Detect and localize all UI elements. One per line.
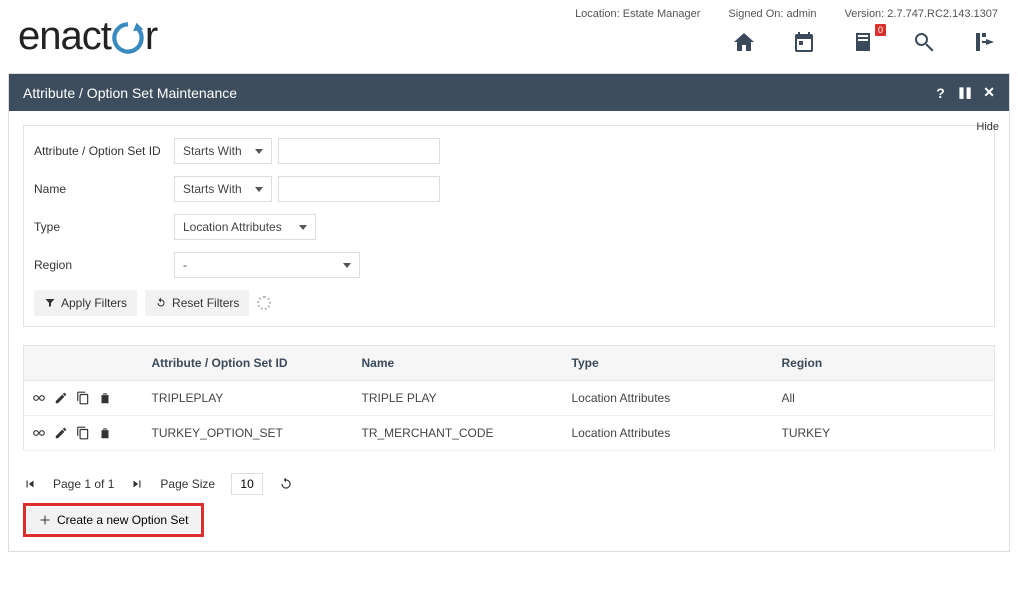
col-name: Name bbox=[354, 346, 564, 381]
chevron-down-icon bbox=[255, 187, 263, 192]
chevron-down-icon bbox=[255, 149, 263, 154]
create-highlight: Create a new Option Set bbox=[23, 503, 204, 537]
copy-icon[interactable] bbox=[76, 426, 90, 440]
apply-filters-button[interactable]: Apply Filters bbox=[34, 290, 137, 316]
filter-id-op-select[interactable]: Starts With bbox=[174, 138, 272, 164]
results-table: Attribute / Option Set ID Name Type Regi… bbox=[23, 345, 995, 451]
view-icon[interactable] bbox=[32, 391, 46, 405]
version-label: Version: 2.7.747.RC2.143.1307 bbox=[844, 8, 998, 20]
filter-box: Attribute / Option Set ID Starts With Na… bbox=[23, 125, 995, 327]
page-indicator: Page 1 of 1 bbox=[53, 477, 114, 491]
help-icon[interactable]: ? bbox=[936, 85, 945, 101]
chevron-down-icon bbox=[299, 225, 307, 230]
calendar-icon[interactable] bbox=[792, 30, 816, 54]
copy-icon[interactable] bbox=[76, 391, 90, 405]
app-header: enact r Location: Estate Manager Signed … bbox=[0, 0, 1018, 65]
col-type: Type bbox=[564, 346, 774, 381]
first-page-icon[interactable] bbox=[23, 477, 37, 491]
close-icon[interactable]: ✕ bbox=[983, 84, 995, 101]
filter-icon bbox=[44, 297, 56, 309]
pager: Page 1 of 1 Page Size bbox=[23, 473, 995, 495]
filter-type-select[interactable]: Location Attributes bbox=[174, 214, 316, 240]
page-size-input[interactable] bbox=[231, 473, 263, 495]
loading-spinner-icon bbox=[257, 296, 271, 310]
edit-icon[interactable] bbox=[54, 391, 68, 405]
col-id: Attribute / Option Set ID bbox=[144, 346, 354, 381]
location-label: Location: Estate Manager bbox=[575, 8, 700, 20]
filter-name-input[interactable] bbox=[278, 176, 440, 202]
logo-o-glyph bbox=[111, 14, 145, 59]
panel-title: Attribute / Option Set Maintenance bbox=[23, 85, 237, 101]
chevron-down-icon bbox=[343, 263, 351, 268]
plus-icon bbox=[39, 514, 51, 526]
icon-bar: 0 bbox=[732, 30, 1004, 54]
create-option-set-button[interactable]: Create a new Option Set bbox=[27, 507, 200, 533]
table-row: TURKEY_OPTION_SET TR_MERCHANT_CODE Locat… bbox=[24, 416, 995, 451]
notifications-icon[interactable]: 0 bbox=[852, 30, 876, 54]
filter-region-select[interactable]: - bbox=[174, 252, 360, 278]
delete-icon[interactable] bbox=[98, 391, 112, 405]
notification-badge: 0 bbox=[875, 24, 886, 36]
reset-icon bbox=[155, 297, 167, 309]
logout-icon[interactable] bbox=[972, 30, 996, 54]
filter-type-label: Type bbox=[34, 220, 174, 234]
page-size-label: Page Size bbox=[160, 477, 215, 491]
main-panel: Attribute / Option Set Maintenance ? ❚❚ … bbox=[8, 73, 1010, 552]
search-icon[interactable] bbox=[912, 30, 936, 54]
filter-name-op-select[interactable]: Starts With bbox=[174, 176, 272, 202]
table-row: TRIPLEPLAY TRIPLE PLAY Location Attribut… bbox=[24, 381, 995, 416]
view-icon[interactable] bbox=[32, 426, 46, 440]
filter-region-label: Region bbox=[34, 258, 174, 272]
panel-header: Attribute / Option Set Maintenance ? ❚❚ … bbox=[9, 74, 1009, 111]
refresh-icon[interactable] bbox=[279, 477, 293, 491]
filter-id-input[interactable] bbox=[278, 138, 440, 164]
signed-on-label: Signed On: admin bbox=[728, 8, 816, 20]
hide-link[interactable]: Hide bbox=[976, 121, 999, 133]
last-page-icon[interactable] bbox=[130, 477, 144, 491]
filter-id-label: Attribute / Option Set ID bbox=[34, 144, 174, 158]
table-header-row: Attribute / Option Set ID Name Type Regi… bbox=[24, 346, 995, 381]
filter-name-label: Name bbox=[34, 182, 174, 196]
col-region: Region bbox=[774, 346, 995, 381]
delete-icon[interactable] bbox=[98, 426, 112, 440]
brand-logo: enact r bbox=[18, 14, 157, 59]
home-icon[interactable] bbox=[732, 30, 756, 54]
edit-icon[interactable] bbox=[54, 426, 68, 440]
reset-filters-button[interactable]: Reset Filters bbox=[145, 290, 249, 316]
pause-icon[interactable]: ❚❚ bbox=[957, 86, 971, 99]
col-actions bbox=[24, 346, 144, 381]
status-line: Location: Estate Manager Signed On: admi… bbox=[575, 6, 1004, 30]
